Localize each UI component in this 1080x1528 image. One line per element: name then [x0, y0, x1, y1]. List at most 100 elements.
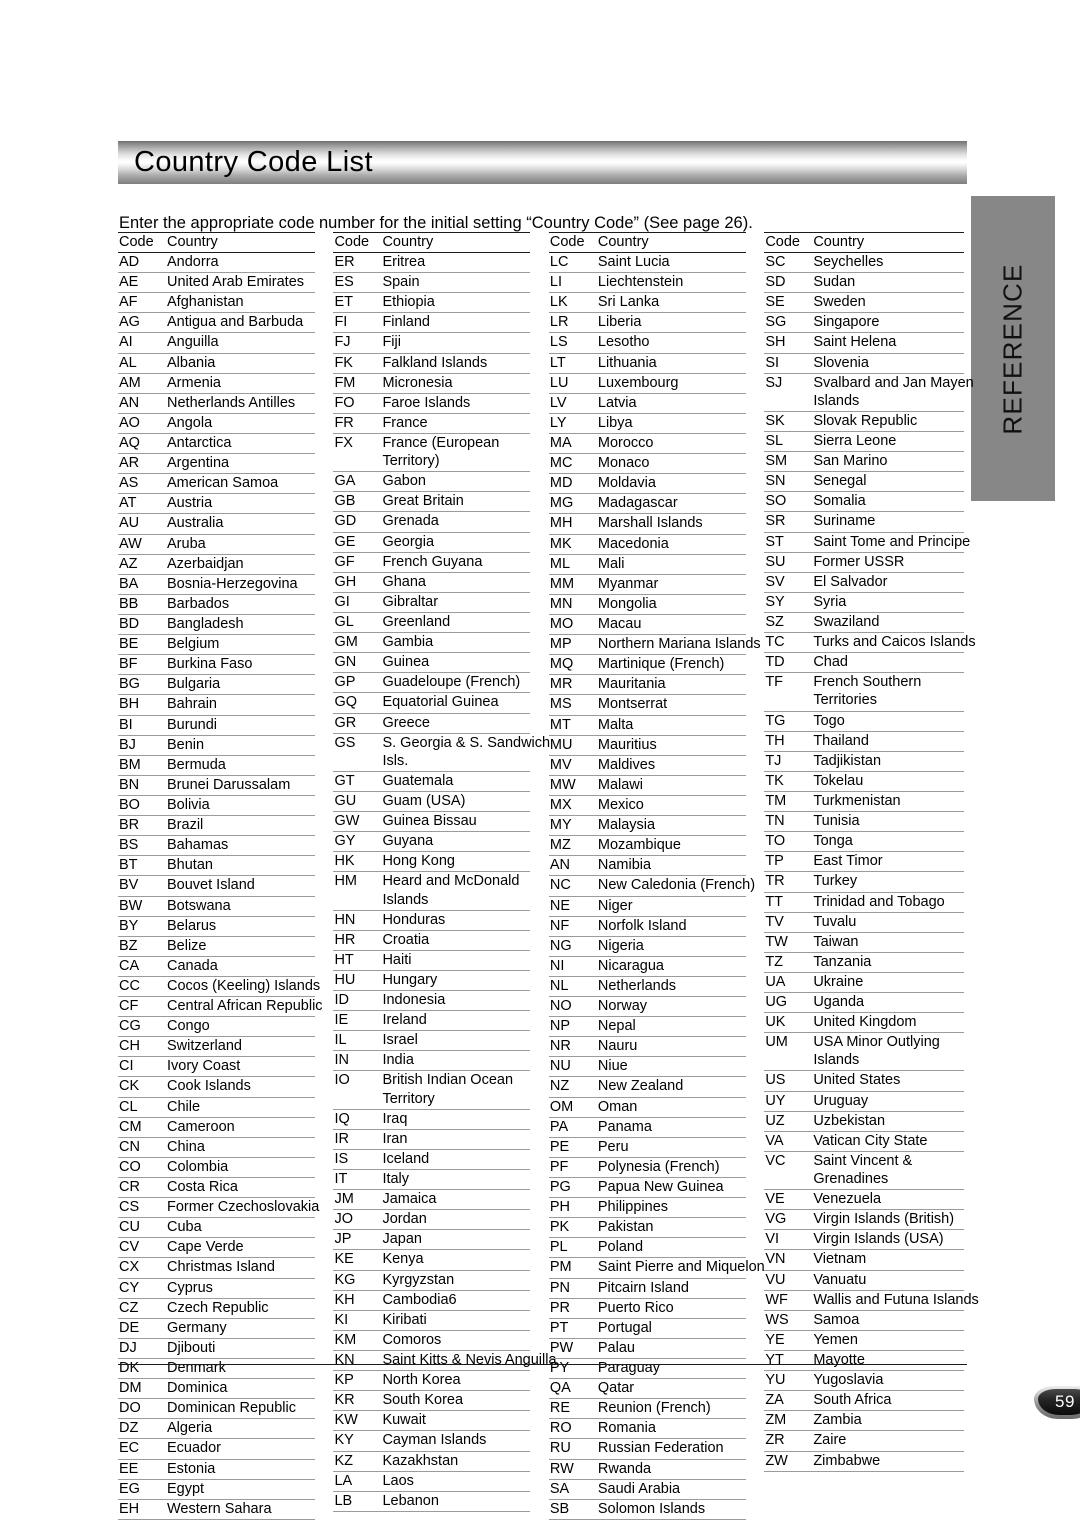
cell-code: RO: [548, 1418, 595, 1440]
table-row: LI Liechtenstein: [548, 272, 746, 294]
cell-country: El Salvador: [810, 572, 965, 593]
table-row: SV El Salvador: [764, 572, 965, 593]
table-row: GQ Equatorial Guinea: [333, 692, 531, 714]
cell-country: Azerbaidjan: [164, 554, 315, 575]
cell-code: NC: [548, 875, 595, 897]
cell-country: Suriname: [810, 511, 965, 533]
table-row: WF Wallis and Futuna Islands: [764, 1290, 979, 1311]
table-row: KR South Korea: [333, 1390, 531, 1412]
table-row: LA Laos: [333, 1471, 531, 1492]
table-row: IO British Indian Ocean: [333, 1071, 530, 1091]
cell-country: Croatia: [379, 930, 531, 951]
cell-country: Finland: [379, 312, 531, 334]
cell-country-wrapped: Islands: [810, 1052, 965, 1072]
cell-code: ER: [333, 252, 380, 274]
cell-code: BE: [118, 634, 164, 656]
cell-code: FI: [333, 312, 380, 334]
cell-country: Puerto Rico: [594, 1298, 746, 1319]
table-row: HN Honduras: [333, 910, 531, 931]
cell-country: Belarus: [164, 916, 315, 937]
cell-country: Nigeria: [594, 936, 746, 957]
cell-code: BR: [118, 815, 164, 837]
cell-code: VE: [764, 1189, 811, 1211]
table-row: TN Tunisia: [764, 811, 965, 833]
table-row: VE Venezuela: [764, 1189, 965, 1211]
table-row: NO Norway: [548, 996, 746, 1018]
cell-code: SY: [764, 592, 811, 613]
cell-code: EG: [118, 1479, 164, 1500]
table-row: SL Sierra Leone: [764, 431, 965, 453]
cell-country: Belgium: [164, 634, 315, 656]
cell-country: Sweden: [810, 292, 965, 314]
table-row: RU Russian Federation: [548, 1438, 746, 1460]
cell-code: TW: [764, 932, 811, 953]
cell-code: SK: [764, 411, 811, 432]
cell-country: East Timor: [810, 851, 965, 873]
cell-country: Syria: [810, 592, 965, 613]
column-header-country: Country: [594, 232, 746, 253]
cell-code: KZ: [333, 1451, 380, 1472]
cell-code: FR: [333, 413, 380, 434]
cell-country: Turkmenistan: [810, 791, 965, 813]
cell-country: Australia: [164, 513, 315, 535]
cell-country: Saint Helena: [810, 332, 965, 354]
table-row: WS Samoa: [764, 1310, 965, 1331]
cell-country: Jamaica: [379, 1189, 531, 1211]
cell-country: Greece: [379, 713, 531, 734]
table-row: AS American Samoa: [118, 473, 315, 495]
page-number-badge: 59: [1034, 1386, 1080, 1419]
table-row: MX Mexico: [548, 795, 746, 817]
cell-country: Tonga: [810, 831, 965, 853]
table-row: TJ Tadjikistan: [764, 751, 965, 772]
cell-code: PW: [548, 1338, 595, 1360]
table-row: MZ Mozambique: [548, 835, 746, 857]
cell-code: CR: [118, 1177, 164, 1199]
cell-country: Ireland: [379, 1010, 531, 1032]
cell-code: MK: [548, 534, 595, 555]
table-row: CR Costa Rica: [118, 1177, 315, 1199]
page-number: 59: [1055, 1391, 1075, 1411]
table-row: GB Great Britain: [333, 491, 531, 513]
table-row: GM Gambia: [333, 632, 531, 654]
cell-country: Cocos (Keeling) Islands: [164, 976, 320, 998]
table-row: AM Armenia: [118, 373, 315, 394]
table-row-continuation: Islands: [764, 392, 965, 412]
cell-country: Kyrgyzstan: [379, 1270, 531, 1291]
cell-code: GF: [333, 552, 380, 573]
table-row: CA Canada: [118, 956, 315, 977]
cell-country: Honduras: [379, 910, 531, 931]
cell-code: KE: [333, 1249, 380, 1271]
cell-code: PK: [548, 1217, 595, 1239]
cell-country: Central African Republic: [164, 996, 323, 1018]
cell-country: Morocco: [594, 433, 746, 455]
cell-code: AD: [118, 252, 164, 274]
table-row: AF Afghanistan: [118, 292, 315, 314]
cell-code: BG: [118, 674, 164, 696]
table-row: ES Spain: [333, 272, 531, 294]
table-row: ZW Zimbabwe: [764, 1451, 965, 1472]
cell-country: Bulgaria: [164, 674, 315, 696]
table-row: BE Belgium: [118, 634, 315, 656]
cell-country: Saint Tome and Principe: [810, 532, 970, 553]
intro-paragraph: Enter the appropriate code number for th…: [119, 213, 753, 232]
table-row: BJ Benin: [118, 735, 315, 756]
table-row: AD Andorra: [118, 252, 315, 274]
cell-country-wrapped: Territories: [810, 692, 965, 712]
cell-country: Macedonia: [594, 534, 746, 555]
cell-code: CO: [118, 1157, 164, 1179]
code-column-3: Code Country LC Saint Lucia LI Liechtenstein L…: [548, 232, 765, 1520]
table-row: AW Aruba: [118, 534, 315, 555]
table-row: US United States: [764, 1070, 965, 1092]
cell-country: New Zealand: [594, 1076, 746, 1098]
cell-country: Ghana: [379, 572, 531, 593]
cell-country: Svalbard and Jan Mayen: [813, 374, 974, 391]
table-row: BG Bulgaria: [118, 674, 315, 696]
cell-country: Venezuela: [810, 1189, 965, 1211]
cell-code: NF: [548, 916, 595, 937]
cell-code: BS: [118, 835, 164, 857]
cell-code: GE: [333, 532, 380, 553]
cell-country: Faroe Islands: [379, 393, 531, 414]
cell-code: EE: [118, 1459, 164, 1480]
table-row: KP North Korea: [333, 1370, 531, 1392]
cell-country: France (European: [382, 434, 500, 451]
